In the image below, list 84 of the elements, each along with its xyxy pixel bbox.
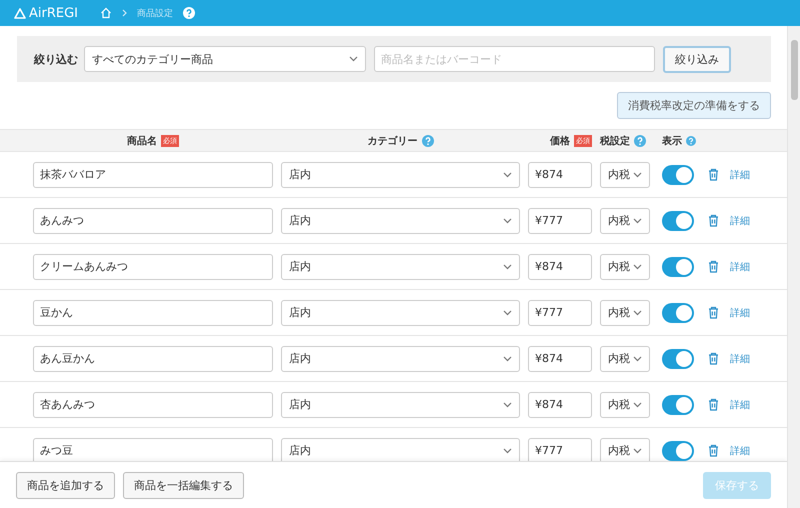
column-header: 商品名	[127, 134, 157, 148]
tax-select[interactable]: 内税	[600, 162, 650, 188]
tax-select[interactable]: 内税	[600, 392, 650, 418]
price-field[interactable]: ¥777	[528, 208, 592, 234]
price-field[interactable]: ¥777	[528, 438, 592, 461]
trash-icon[interactable]	[708, 398, 719, 411]
chevron-down-icon	[633, 310, 642, 316]
chevron-down-icon	[633, 264, 642, 270]
footer-button[interactable]: 商品を追加する	[16, 472, 115, 498]
visibility-toggle[interactable]	[662, 256, 694, 276]
detail-link[interactable]: 詳細	[730, 260, 750, 274]
name-field[interactable]: みつ豆	[33, 438, 273, 461]
detail-link[interactable]: 詳細	[730, 306, 750, 320]
chevron-down-icon	[633, 356, 642, 362]
category-select[interactable]: 店内	[281, 300, 520, 326]
price-field[interactable]: ¥874	[528, 346, 592, 372]
home-icon[interactable]	[100, 7, 112, 19]
category-select[interactable]: 店内	[281, 392, 520, 418]
tax-rate-prep-button[interactable]: 消費税率改定の準備をする	[617, 92, 771, 119]
tax-select[interactable]: 内税	[600, 346, 650, 372]
scrollbar[interactable]	[787, 26, 800, 508]
chevron-down-icon	[633, 402, 642, 408]
breadcrumb: 商品設定	[137, 8, 174, 20]
chevron-down-icon	[633, 172, 642, 178]
category-select[interactable]: 店内	[281, 438, 520, 461]
tax-select[interactable]: 内税	[600, 438, 650, 461]
name-field[interactable]: あん豆かん	[33, 346, 273, 372]
footer-button[interactable]: 商品を一括編集する	[123, 472, 244, 498]
visibility-toggle[interactable]	[662, 440, 694, 460]
detail-link[interactable]: 詳細	[730, 352, 750, 366]
tax-select[interactable]: 内税	[600, 300, 650, 326]
chevron-down-icon	[503, 356, 512, 362]
visibility-toggle[interactable]	[662, 348, 694, 368]
visibility-toggle[interactable]	[662, 210, 694, 230]
category-select[interactable]: 店内	[281, 346, 520, 372]
trash-icon[interactable]	[708, 306, 719, 319]
detail-link[interactable]: 詳細	[730, 214, 750, 228]
chevron-down-icon	[503, 264, 512, 270]
tax-select[interactable]: 内税	[600, 208, 650, 234]
chevron-down-icon	[633, 218, 642, 224]
price-field[interactable]: ¥874	[528, 392, 592, 418]
search-field[interactable]: 商品名またはバーコード	[374, 46, 655, 72]
trash-icon[interactable]	[708, 352, 719, 365]
visibility-toggle[interactable]	[662, 394, 694, 414]
column-header: 表示	[662, 134, 682, 148]
name-field[interactable]: クリームあんみつ	[33, 254, 273, 280]
column-header: カテゴリー	[368, 134, 418, 148]
price-field[interactable]: ¥777	[528, 300, 592, 326]
price-field[interactable]: ¥874	[528, 162, 592, 188]
column-header: 税設定	[600, 134, 630, 148]
filter-label: 絞り込む	[34, 52, 78, 66]
trash-icon[interactable]	[708, 260, 719, 273]
category-select[interactable]: 店内	[281, 162, 520, 188]
name-field[interactable]: 抹茶ババロア	[33, 162, 273, 188]
chevron-down-icon	[503, 402, 512, 408]
tax-select[interactable]: 内税	[600, 254, 650, 280]
detail-link[interactable]: 詳細	[730, 444, 750, 458]
category-select[interactable]: 店内	[281, 208, 520, 234]
chevron-down-icon	[503, 310, 512, 316]
chevron-down-icon	[633, 448, 642, 454]
category-select[interactable]: 店内	[281, 254, 520, 280]
name-field[interactable]: あんみつ	[33, 208, 273, 234]
trash-icon[interactable]	[708, 168, 719, 181]
chevron-down-icon	[503, 448, 512, 454]
help-icon[interactable]	[686, 134, 696, 146]
name-field[interactable]: 杏あんみつ	[33, 392, 273, 418]
chevron-down-icon	[349, 56, 358, 62]
price-field[interactable]: ¥874	[528, 254, 592, 280]
detail-link[interactable]: 詳細	[730, 168, 750, 182]
chevron-down-icon	[503, 172, 512, 178]
chevron-down-icon	[503, 218, 512, 224]
filter-button[interactable]: 絞り込み	[663, 46, 731, 72]
detail-link[interactable]: 詳細	[730, 398, 750, 412]
help-icon[interactable]	[183, 7, 196, 19]
visibility-toggle[interactable]	[662, 302, 694, 322]
help-icon[interactable]	[634, 134, 646, 146]
help-icon[interactable]	[422, 134, 434, 146]
chevron-right-icon	[122, 9, 128, 17]
column-header: 価格	[550, 134, 570, 148]
visibility-toggle[interactable]	[662, 164, 694, 184]
category-select[interactable]: すべてのカテゴリー商品	[84, 46, 366, 72]
trash-icon[interactable]	[708, 444, 719, 457]
name-field[interactable]: 豆かん	[33, 300, 273, 326]
trash-icon[interactable]	[708, 214, 719, 227]
